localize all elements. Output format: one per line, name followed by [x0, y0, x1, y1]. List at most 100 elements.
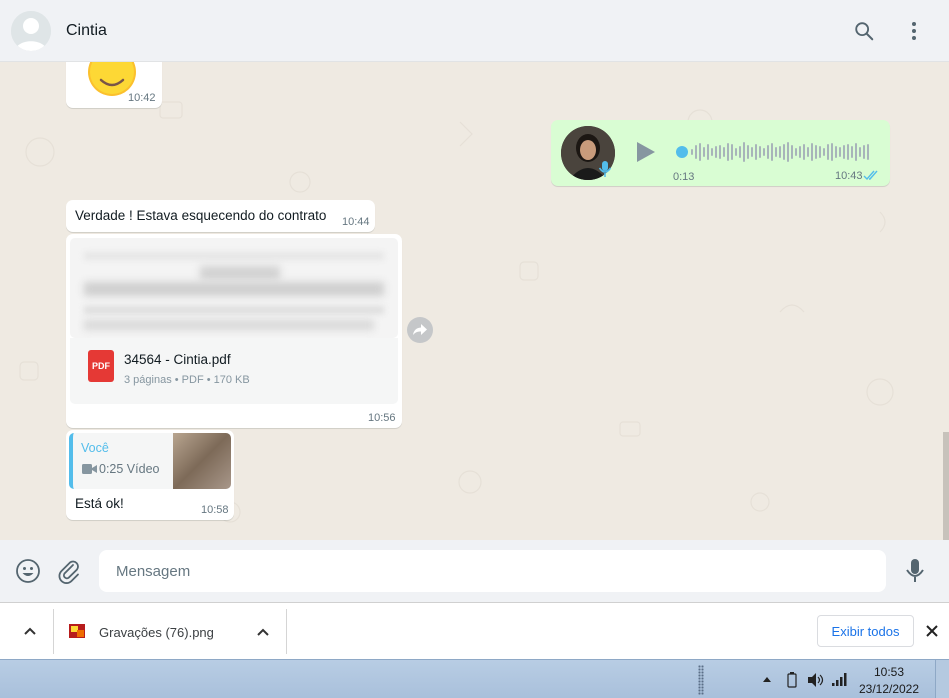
scrollbar[interactable] — [943, 432, 949, 540]
voice-message[interactable]: 0:13 10:43 — [551, 120, 890, 186]
message-list[interactable]: 10:42 0:13 10:43 Verdade ! Estava esquec… — [0, 62, 949, 540]
waveform-bar — [827, 144, 829, 160]
download-item[interactable]: Gravações (76).png — [60, 611, 284, 653]
message-time: 10:56 — [368, 412, 396, 424]
image-file-icon — [69, 624, 85, 638]
download-bar: Gravações (76).png Exibir todos — [0, 602, 949, 659]
show-hidden-icons-icon[interactable] — [762, 675, 772, 683]
avatar-placeholder-icon — [11, 11, 51, 51]
close-download-bar-button[interactable] — [923, 622, 941, 640]
contact-name[interactable]: Cintia — [66, 22, 107, 40]
waveform-bar — [807, 147, 809, 157]
show-desktop-button[interactable] — [935, 660, 949, 698]
quoted-text: 0:25 Vídeo — [99, 462, 160, 476]
quoted-message[interactable]: Você 0:25 Vídeo — [69, 433, 231, 489]
waveform-bar — [855, 143, 857, 161]
forward-icon — [413, 324, 427, 335]
waveform-bar — [819, 146, 821, 158]
waveform-seek-handle[interactable] — [676, 146, 688, 158]
emoji-message[interactable]: 10:42 — [66, 62, 162, 108]
volume-icon[interactable] — [806, 672, 824, 688]
network-signal-icon[interactable] — [832, 672, 848, 686]
taskbar-clock-date[interactable]: 23/12/2022 — [854, 682, 924, 696]
composer — [0, 540, 949, 602]
waveform-bar — [787, 142, 789, 162]
video-camera-icon — [82, 464, 97, 474]
quoted-author: Você — [81, 441, 109, 455]
more-vertical-icon — [912, 22, 916, 40]
waveform-bar — [747, 145, 749, 159]
waveform-bar — [815, 145, 817, 159]
waveform-bar — [795, 148, 797, 156]
text-message[interactable]: Verdade ! Estava esquecendo do contrato … — [66, 200, 375, 232]
download-item-menu-button[interactable] — [253, 622, 273, 642]
forward-button[interactable] — [407, 317, 433, 343]
message-input[interactable] — [99, 550, 886, 592]
menu-button[interactable] — [901, 18, 927, 44]
waveform-bar — [751, 147, 753, 157]
video-thumbnail — [173, 433, 231, 489]
document-message[interactable]: PDF 34564 - Cintia.pdf 3 páginas • PDF •… — [66, 234, 402, 428]
contact-avatar[interactable] — [11, 11, 51, 51]
paperclip-icon — [58, 560, 79, 584]
waveform-bar — [771, 143, 773, 161]
message-text: Está ok! — [75, 496, 124, 511]
waveform-bar — [759, 146, 761, 158]
waveform-bar — [723, 147, 725, 157]
waveform-bar — [867, 144, 869, 160]
waveform-bar — [779, 146, 781, 158]
waveform-bar — [739, 146, 741, 158]
waveform-bar — [719, 145, 721, 159]
download-file-name: Gravações (76).png — [99, 625, 214, 640]
reply-message[interactable]: Você 0:25 Vídeo Está ok! 10:58 — [66, 430, 234, 520]
waveform-bar — [755, 144, 757, 160]
taskbar: 10:53 23/12/2022 — [0, 659, 949, 698]
attach-button[interactable] — [56, 558, 82, 584]
show-all-downloads-button[interactable]: Exibir todos — [817, 615, 914, 647]
waveform-bar — [843, 145, 845, 159]
chevron-up-icon — [24, 627, 36, 635]
message-time: 10:58 — [201, 504, 229, 516]
waveform-bar — [799, 146, 801, 158]
pdf-file-icon: PDF — [88, 350, 114, 382]
waveform-bar — [695, 145, 697, 159]
waveform-bar — [699, 143, 701, 161]
waveform-bar — [835, 146, 837, 158]
microphone-icon — [906, 559, 924, 582]
wink-emoji-icon — [88, 62, 136, 96]
message-text: Verdade ! Estava esquecendo do contrato — [75, 208, 327, 223]
voice-record-button[interactable] — [903, 557, 927, 585]
waveform-bar — [851, 146, 853, 158]
waveform-bar — [775, 147, 777, 157]
download-bar-expand-button[interactable] — [20, 623, 40, 639]
taskbar-clock-time[interactable]: 10:53 — [854, 665, 924, 679]
waveform-bar — [743, 142, 745, 162]
waveform-bar — [763, 148, 765, 156]
play-button[interactable] — [633, 140, 657, 164]
message-time: 10:43 — [835, 170, 863, 182]
waveform-bar — [859, 147, 861, 157]
emoji-button[interactable] — [15, 558, 41, 584]
battery-icon[interactable] — [786, 671, 798, 689]
document-preview[interactable] — [70, 238, 398, 338]
taskbar-grip[interactable] — [698, 665, 704, 695]
waveform-bar — [863, 145, 865, 159]
waveform-bar — [727, 143, 729, 161]
waveform-bar — [839, 147, 841, 157]
audio-waveform[interactable] — [675, 137, 870, 167]
waveform-bar — [703, 147, 705, 157]
search-button[interactable] — [851, 18, 877, 44]
document-meta: 3 páginas • PDF • 170 KB — [124, 374, 250, 386]
message-time: 10:42 — [128, 92, 156, 104]
waveform-bar — [767, 145, 769, 159]
voice-duration: 0:13 — [673, 171, 695, 183]
document-name: 34564 - Cintia.pdf — [124, 352, 231, 367]
waveform-bar — [783, 144, 785, 160]
waveform-bar — [811, 143, 813, 161]
waveform-bar — [707, 144, 709, 160]
document-info[interactable]: PDF 34564 - Cintia.pdf 3 páginas • PDF •… — [70, 338, 398, 404]
search-icon — [855, 22, 874, 41]
message-time: 10:44 — [342, 216, 370, 228]
waveform-bar — [711, 148, 713, 156]
waveform-bar — [847, 144, 849, 160]
